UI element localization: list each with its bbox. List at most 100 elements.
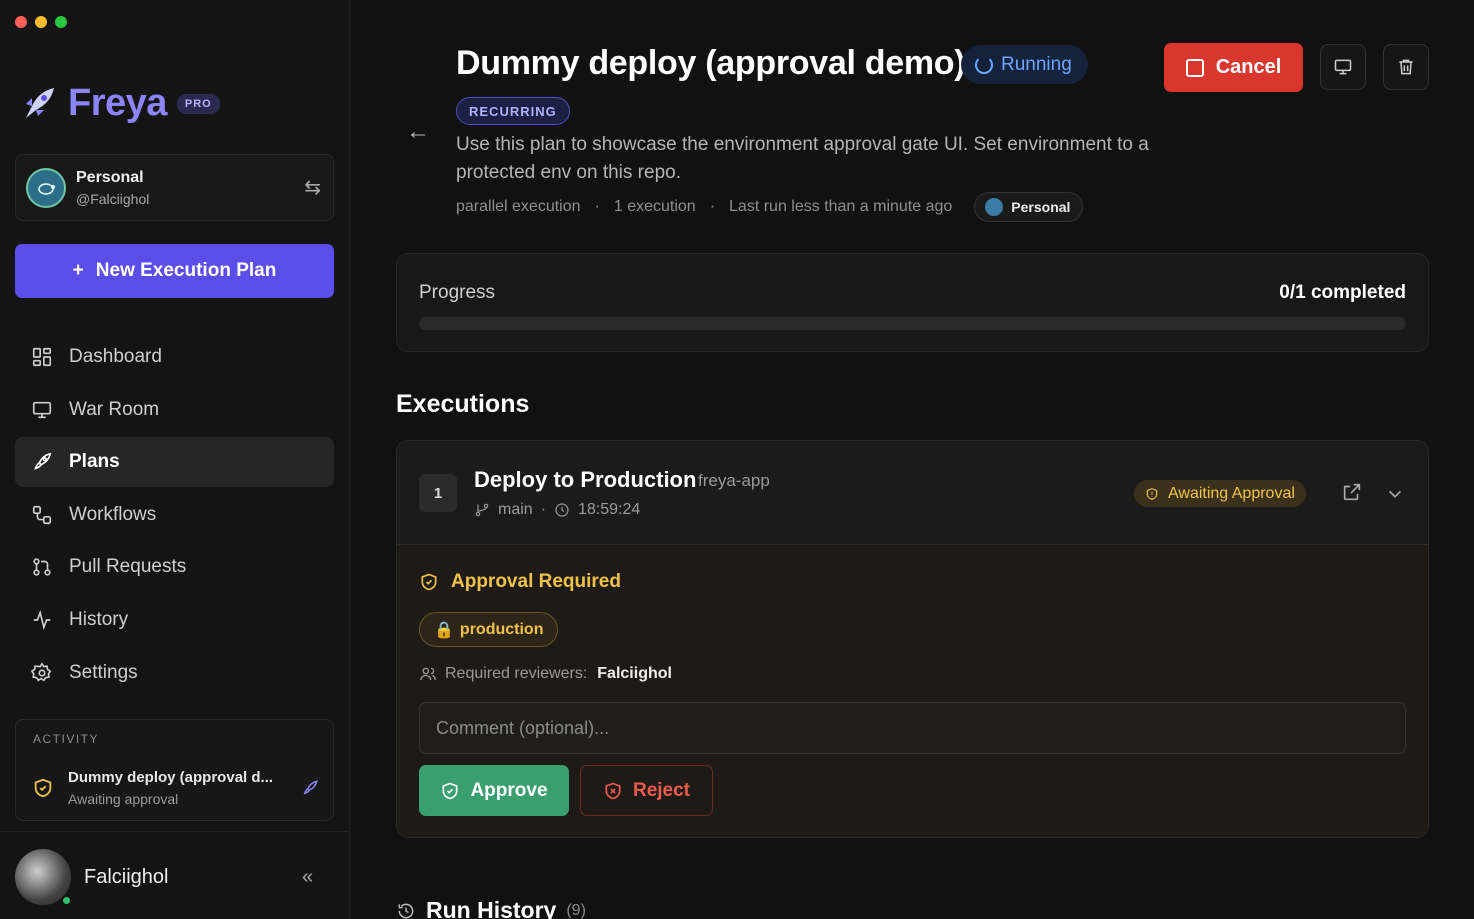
chevron-down-icon[interactable] — [1384, 483, 1406, 510]
main-content: ← Dummy deploy (approval demo) Running R… — [351, 0, 1474, 919]
sidebar-item-dashboard[interactable]: Dashboard — [15, 332, 334, 382]
sidebar-item-settings[interactable]: Settings — [15, 648, 334, 698]
approve-button[interactable]: Approve — [419, 765, 569, 816]
sidebar-item-history[interactable]: History — [15, 595, 334, 645]
run-history-count: (9) — [566, 901, 586, 919]
account-name: Personal — [76, 168, 144, 186]
awaiting-approval-label: Awaiting Approval — [1168, 484, 1295, 502]
zoom-window-button[interactable] — [55, 16, 67, 28]
plus-icon: + — [72, 260, 84, 281]
brand: Freya PRO — [18, 82, 220, 125]
comment-input[interactable] — [419, 702, 1406, 754]
stop-icon — [1185, 58, 1204, 77]
activity-label: ACTIVITY — [33, 732, 100, 746]
sidebar-item-label: Settings — [69, 661, 138, 683]
branch-name: main — [498, 501, 533, 518]
execution-count: 1 execution — [613, 198, 696, 215]
close-window-button[interactable] — [15, 16, 27, 28]
environment-chip: 🔒 production — [419, 612, 559, 647]
approval-panel: Approval Required 🔒 production Required … — [397, 545, 1428, 837]
reject-label: Reject — [632, 779, 691, 801]
sidebar-item-pull-requests[interactable]: Pull Requests — [15, 542, 334, 592]
reviewer-name: Falciighol — [597, 665, 672, 682]
brand-name: Freya — [68, 82, 167, 124]
execution-repo: freya-app — [698, 471, 770, 490]
activity-item[interactable]: Dummy deploy (approval d... Awaiting app… — [32, 766, 319, 810]
minimize-window-button[interactable] — [35, 16, 47, 28]
gear-icon — [31, 661, 52, 682]
sidebar: Freya PRO Personal @Falciighol ⇆ + New E… — [0, 0, 350, 919]
activity-panel: ACTIVITY Dummy deploy (approval d... Awa… — [15, 719, 334, 821]
account-avatar — [26, 167, 66, 208]
progress-bar — [419, 317, 1406, 330]
plan-meta: parallel execution · 1 execution · Last … — [456, 192, 1084, 222]
execution-card: 1 Deploy to Production freya-app main · … — [396, 440, 1429, 838]
online-status-dot — [61, 895, 72, 906]
execution-time: 18:59:24 — [578, 501, 641, 518]
shield-icon — [34, 778, 52, 798]
sidebar-item-workflows[interactable]: Workflows — [15, 490, 334, 540]
switch-account-icon[interactable]: ⇆ — [304, 175, 321, 200]
shield-x-icon — [605, 782, 621, 799]
history-icon — [398, 903, 414, 918]
collapse-sidebar-icon[interactable]: « — [302, 866, 313, 889]
git-branch-icon — [475, 503, 489, 517]
rocket-icon — [34, 452, 52, 470]
status-label: Running — [1001, 53, 1072, 75]
cancel-label: Cancel — [1215, 56, 1282, 78]
progress-label: Progress — [419, 282, 496, 303]
monitor-button[interactable] — [1320, 44, 1366, 90]
run-history-heading: Run History (9) — [396, 897, 586, 919]
separator: · — [540, 501, 547, 518]
shield-check-icon — [442, 782, 458, 799]
last-run: Last run less than a minute ago — [729, 198, 953, 215]
users-icon — [420, 667, 436, 681]
lock-icon: 🔒 — [434, 621, 454, 639]
monitor-icon — [32, 401, 52, 418]
activity-item-status: Awaiting approval — [68, 791, 179, 807]
progress-card: Progress 0/1 completed — [396, 253, 1429, 352]
user-name: Falciighol — [84, 866, 169, 888]
reject-button[interactable]: Reject — [580, 765, 713, 816]
page-title: Dummy deploy (approval demo) — [456, 44, 966, 82]
sidebar-item-label: Dashboard — [69, 346, 162, 367]
sidebar-item-label: Workflows — [69, 503, 157, 525]
rocket-icon — [303, 780, 318, 795]
monitor-icon — [1334, 59, 1352, 75]
required-reviewers: Required reviewers: Falciighol — [419, 665, 672, 683]
pro-badge: PRO — [176, 93, 220, 114]
cancel-button[interactable]: Cancel — [1164, 43, 1303, 92]
execution-name: Deploy to Production — [474, 467, 697, 492]
recurring-tag: RECURRING — [456, 97, 570, 125]
trash-icon — [1399, 59, 1413, 75]
window-controls — [15, 16, 67, 28]
clock-icon — [555, 503, 569, 517]
sidebar-nav: Dashboard War Room Plans Workflows Pull … — [15, 332, 334, 700]
external-link-icon[interactable] — [1341, 481, 1363, 508]
sidebar-item-label: Plans — [69, 451, 120, 473]
workflow-icon — [32, 505, 52, 524]
rocket-logo-icon — [26, 87, 54, 118]
new-execution-plan-label: New Execution Plan — [95, 260, 277, 281]
approval-title-label: Approval Required — [451, 571, 621, 592]
run-history-title: Run History — [426, 897, 557, 919]
execution-header[interactable]: 1 Deploy to Production freya-app main · … — [397, 441, 1428, 545]
new-execution-plan-button[interactable]: + New Execution Plan — [15, 244, 334, 298]
shield-icon — [1146, 487, 1158, 500]
sidebar-item-war-room[interactable]: War Room — [15, 385, 334, 435]
account-switcher[interactable]: Personal @Falciighol ⇆ — [15, 154, 334, 221]
back-arrow-icon[interactable]: ← — [406, 118, 430, 146]
status-badge: Running — [961, 45, 1088, 84]
execution-mode: parallel execution — [456, 198, 581, 215]
sidebar-item-plans[interactable]: Plans — [15, 437, 334, 488]
shield-check-icon — [421, 573, 437, 591]
delete-button[interactable] — [1383, 44, 1429, 90]
activity-icon — [33, 609, 51, 631]
sidebar-item-label: History — [69, 608, 129, 630]
owner-avatar — [985, 198, 1004, 216]
activity-item-title: Dummy deploy (approval d... — [68, 769, 274, 786]
execution-number: 1 — [419, 474, 457, 512]
execution-details: main · 18:59:24 — [474, 501, 640, 519]
owner-badge[interactable]: Personal — [974, 192, 1084, 222]
sidebar-item-label: War Room — [69, 398, 160, 420]
